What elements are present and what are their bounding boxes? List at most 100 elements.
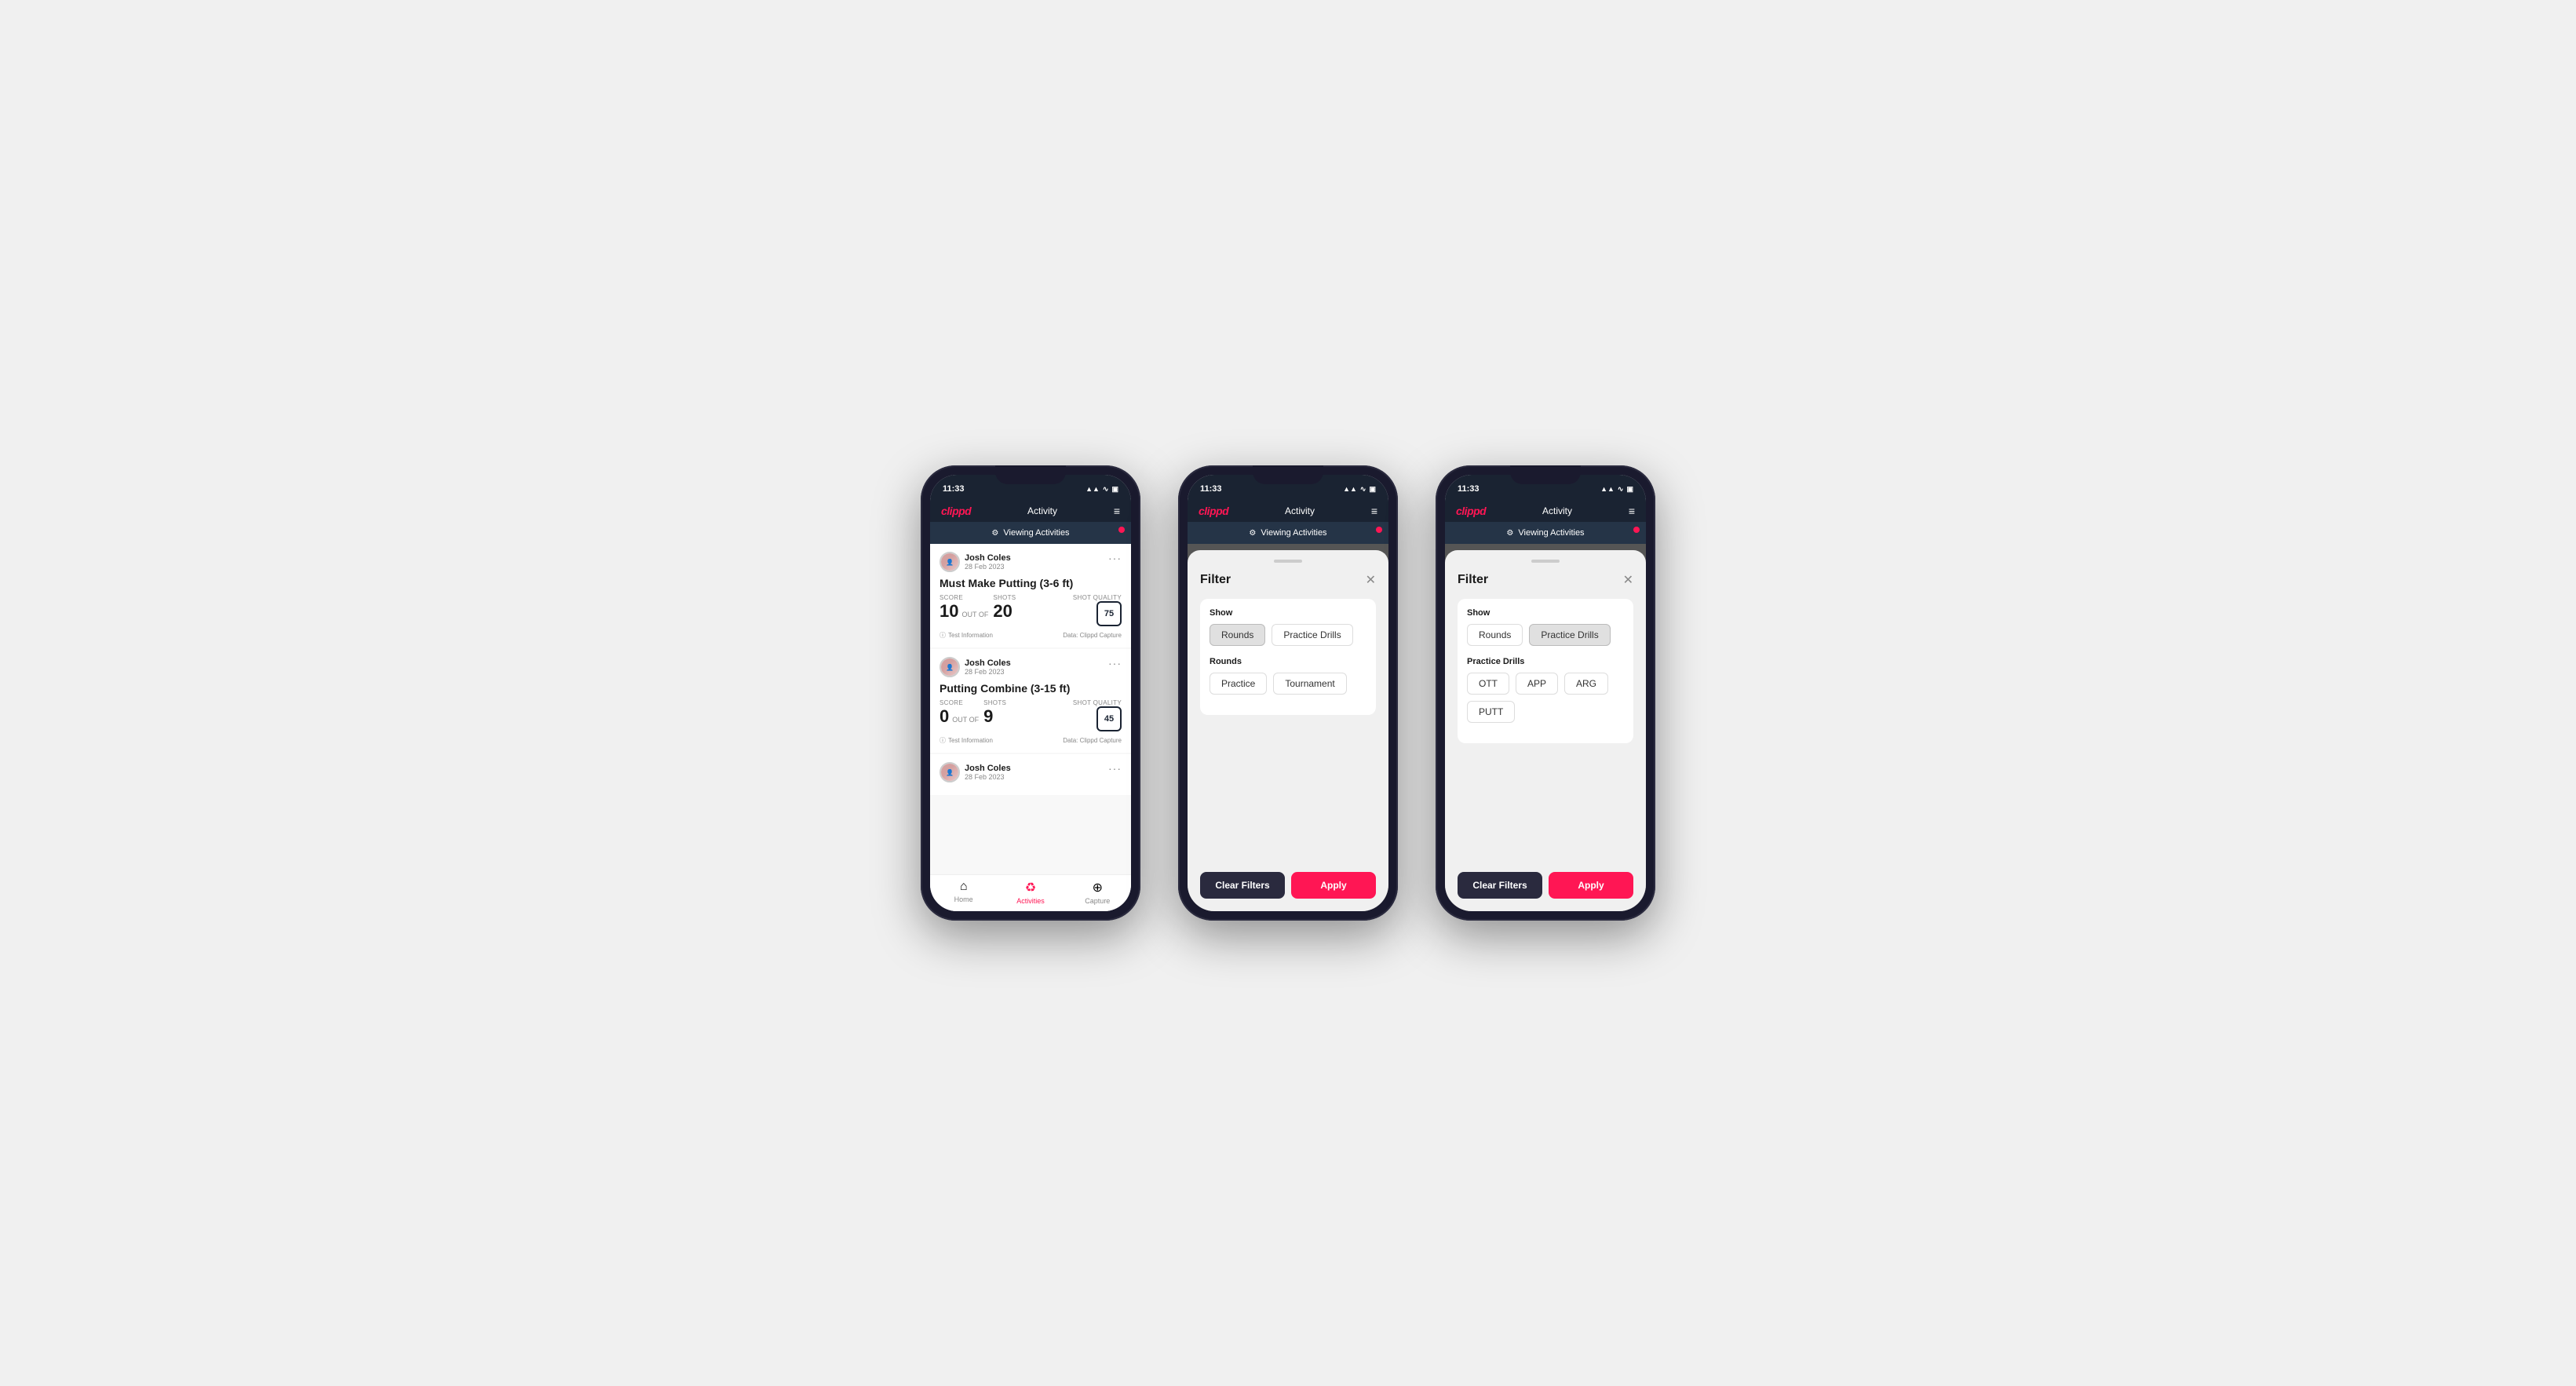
nav-item-home[interactable]: ⌂ Home [930,880,997,905]
activity-card-0[interactable]: 👤 Josh Coles 28 Feb 2023 ··· Must Make P… [930,544,1131,647]
show-btn-0[interactable]: Rounds [1210,624,1265,646]
signal-icon: ▲▲ [1600,485,1615,493]
viewing-bar[interactable]: ⚙ Viewing Activities [1445,522,1646,544]
status-time: 11:33 [1200,484,1222,494]
phone-screen: 11:33 ▲▲ ∿ ▣ clippd Activity ≡ ⚙ Viewing… [1188,475,1388,911]
card-footer: ⓘ Test Information Data: Clippd Capture [940,631,1122,640]
clear-filters-button[interactable]: Clear Filters [1200,872,1285,899]
viewing-bar[interactable]: ⚙ Viewing Activities [930,522,1131,544]
viewing-settings-icon: ⚙ [1249,529,1256,538]
filter-close-icon[interactable]: ✕ [1623,572,1633,588]
menu-icon[interactable]: ≡ [1371,505,1377,517]
avatar-inner: 👤 [941,553,958,571]
show-btn-1[interactable]: Practice Drills [1272,624,1352,646]
score-group: Score 0 OUT OF [940,699,979,727]
shot-quality-value: 45 [1096,706,1122,731]
practice-btn-1[interactable]: APP [1516,673,1558,695]
filter-close-icon[interactable]: ✕ [1366,572,1376,588]
shot-quality-label: Shot Quality [1073,699,1122,706]
nav-icon-capture: ⊕ [1093,880,1103,895]
practice-btn-3[interactable]: PUTT [1467,701,1515,723]
round-btn-0[interactable]: Practice [1210,673,1267,695]
round-btn-1[interactable]: Tournament [1273,673,1346,695]
practice-btn-0[interactable]: OTT [1467,673,1509,695]
apply-button[interactable]: Apply [1291,872,1376,899]
status-time: 11:33 [1458,484,1480,494]
app-header: clippd Activity ≡ [1445,500,1646,522]
clear-filters-button[interactable]: Clear Filters [1458,872,1542,899]
practice-buttons: OTT APP ARG PUTT [1467,673,1624,723]
shots-label: Shots [993,594,1016,601]
nav-icon-activities: ♻ [1025,880,1036,895]
show-btn-1[interactable]: Practice Drills [1529,624,1610,646]
battery-icon: ▣ [1111,485,1118,494]
user-date: 28 Feb 2023 [965,773,1011,781]
phone-notch [1510,465,1581,484]
shots-label: Shots [983,699,1006,706]
show-label: Show [1467,608,1624,618]
shots-group: Shots 9 [983,699,1006,727]
header-title: Activity [1542,505,1572,516]
menu-icon[interactable]: ≡ [1114,505,1120,517]
user-name: Josh Coles [965,658,1011,668]
menu-icon[interactable]: ≡ [1629,505,1635,517]
status-icons: ▲▲ ∿ ▣ [1343,485,1376,494]
header-title: Activity [1027,505,1057,516]
filter-header: Filter ✕ [1200,572,1376,588]
test-info: ⓘ Test Information [940,736,993,745]
logo: clippd [1199,505,1228,517]
apply-button[interactable]: Apply [1549,872,1633,899]
more-options-icon[interactable]: ··· [1108,657,1122,669]
test-info: ⓘ Test Information [940,631,993,640]
show-btn-0[interactable]: Rounds [1467,624,1523,646]
phone-2: 11:33 ▲▲ ∿ ▣ clippd Activity ≡ ⚙ Viewing… [1178,465,1398,921]
filter-title: Filter [1458,573,1488,587]
phone-notch [1253,465,1323,484]
score-value: 0 [940,706,949,727]
info-icon: ⓘ [940,736,946,745]
round-buttons: Practice Tournament [1210,673,1366,695]
shots-group: Shots 20 [993,594,1016,622]
battery-icon: ▣ [1369,485,1376,494]
activity-card-2[interactable]: 👤 Josh Coles 28 Feb 2023 ··· [930,754,1131,795]
phone-3: 11:33 ▲▲ ∿ ▣ clippd Activity ≡ ⚙ Viewing… [1436,465,1655,921]
logo: clippd [941,505,971,517]
more-options-icon[interactable]: ··· [1108,552,1122,564]
data-source: Data: Clippd Capture [1063,737,1122,744]
viewing-settings-icon: ⚙ [991,529,998,538]
nav-item-capture[interactable]: ⊕ Capture [1064,880,1131,905]
viewing-bar-dot [1633,527,1640,533]
activity-feed: 👤 Josh Coles 28 Feb 2023 ··· Must Make P… [930,544,1131,874]
viewing-bar[interactable]: ⚙ Viewing Activities [1188,522,1388,544]
avatar: 👤 [940,762,960,782]
avatar-inner: 👤 [941,764,958,781]
signal-icon: ▲▲ [1085,485,1100,493]
card-header: 👤 Josh Coles 28 Feb 2023 ··· [940,552,1122,572]
nav-label-capture: Capture [1085,897,1110,905]
phone-screen: 11:33 ▲▲ ∿ ▣ clippd Activity ≡ ⚙ Viewing… [930,475,1131,911]
shot-quality-group: Shot Quality 75 [1073,594,1122,626]
user-info: 👤 Josh Coles 28 Feb 2023 [940,657,1011,677]
status-time: 11:33 [943,484,965,494]
nav-item-activities[interactable]: ♻ Activities [997,880,1064,905]
filter-handle [1531,560,1560,563]
activity-card-1[interactable]: 👤 Josh Coles 28 Feb 2023 ··· Putting Com… [930,649,1131,753]
card-header: 👤 Josh Coles 28 Feb 2023 ··· [940,762,1122,782]
signal-icon: ▲▲ [1343,485,1357,493]
filter-actions: Clear Filters Apply [1458,872,1633,899]
card-footer: ⓘ Test Information Data: Clippd Capture [940,736,1122,745]
stats-row: Score 10 OUT OF Shots 20 Shot Quality [940,594,1122,626]
user-date: 28 Feb 2023 [965,563,1011,571]
show-buttons: Rounds Practice Drills [1467,624,1624,646]
shot-quality-value: 75 [1096,601,1122,626]
practice-btn-2[interactable]: ARG [1564,673,1608,695]
filter-actions: Clear Filters Apply [1200,872,1376,899]
data-source: Data: Clippd Capture [1063,632,1122,639]
wifi-icon: ∿ [1618,485,1624,494]
phone-screen: 11:33 ▲▲ ∿ ▣ clippd Activity ≡ ⚙ Viewing… [1445,475,1646,911]
more-options-icon[interactable]: ··· [1108,762,1122,775]
phone-notch [995,465,1066,484]
out-of-label: OUT OF [952,716,979,724]
out-of-label: OUT OF [961,611,988,618]
show-buttons: Rounds Practice Drills [1210,624,1366,646]
